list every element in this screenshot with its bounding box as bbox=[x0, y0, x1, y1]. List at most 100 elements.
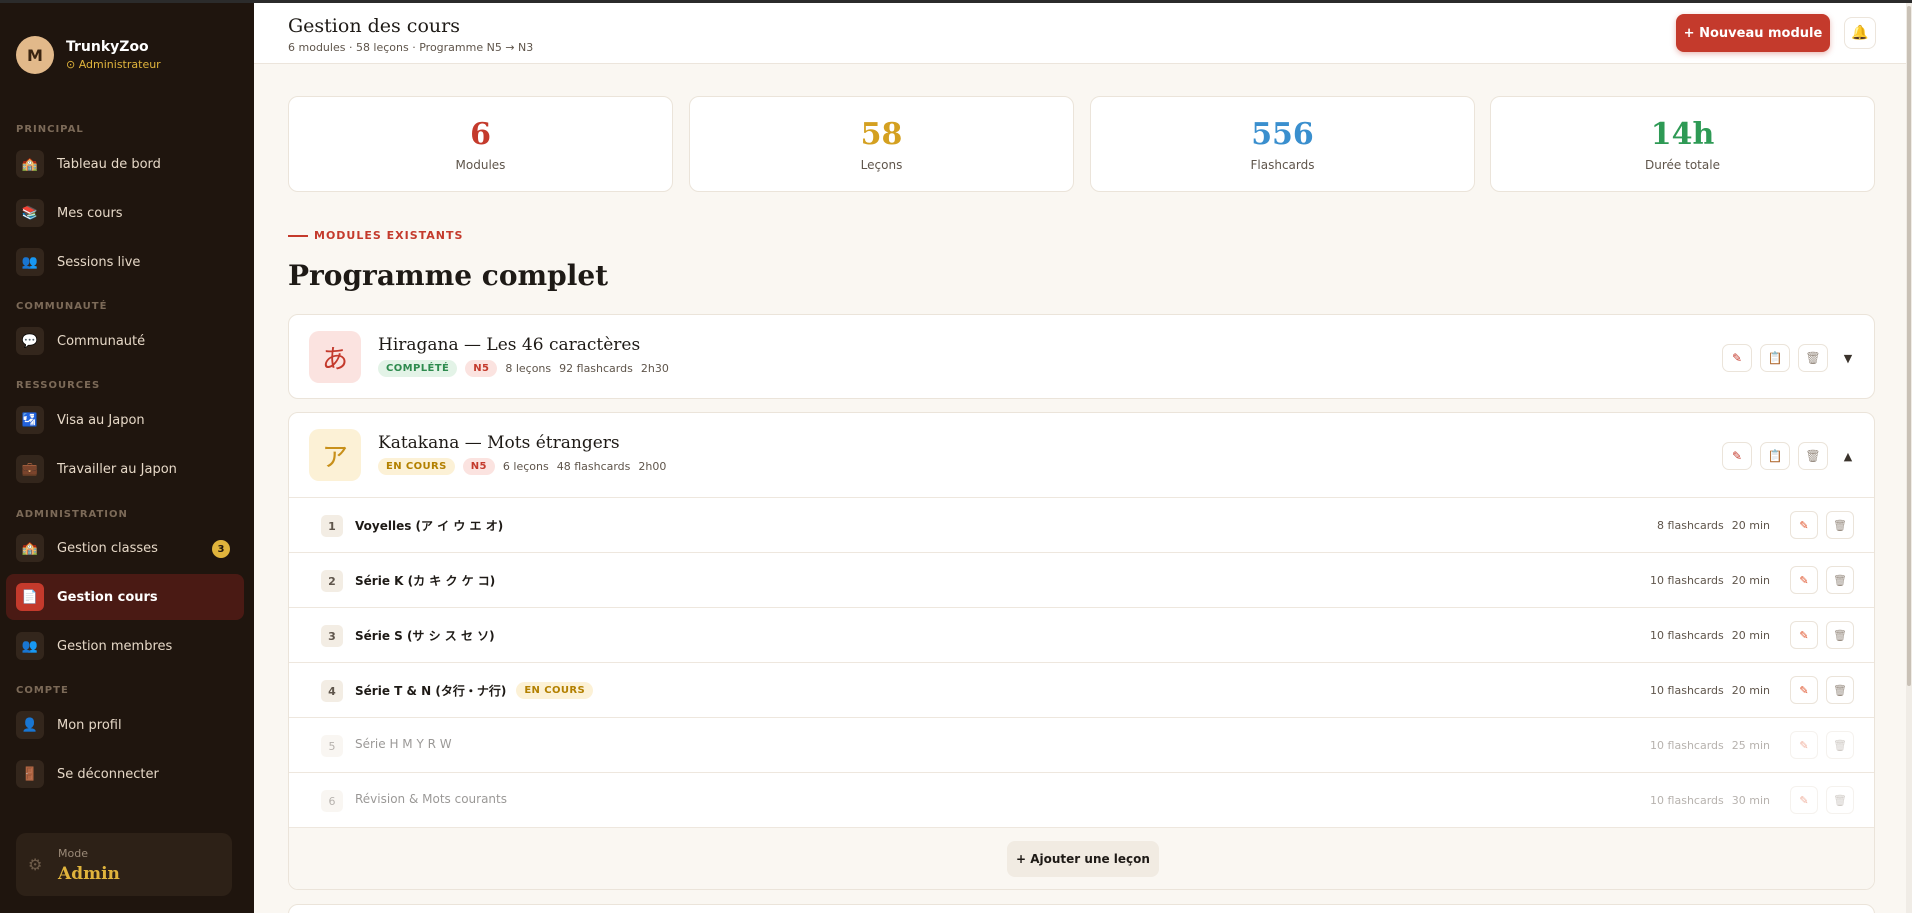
add-lesson-area: + Ajouter une leçon bbox=[289, 827, 1874, 889]
passport-icon: 🛂 bbox=[16, 406, 44, 434]
trash-icon: 🗑 bbox=[1833, 628, 1847, 642]
sidebar-item-live-sessions[interactable]: 👥 Sessions live bbox=[6, 239, 244, 285]
lesson-row[interactable]: 6 Révision & Mots courants 10 flashcards… bbox=[289, 772, 1874, 827]
people-icon: 👥 bbox=[16, 248, 44, 276]
sidebar-item-dashboard[interactable]: 🏫 Tableau de bord bbox=[6, 141, 244, 187]
sidebar-item-label: Tableau de bord bbox=[57, 156, 161, 172]
avatar: M bbox=[16, 36, 54, 74]
module-header[interactable]: ア Katakana — Mots étrangers EN COURS N5 … bbox=[289, 413, 1874, 497]
new-module-button[interactable]: + Nouveau module bbox=[1676, 14, 1830, 52]
sidebar-item-work[interactable]: 💼 Travailler au Japon bbox=[6, 446, 244, 492]
add-lesson-button[interactable]: + Ajouter une leçon bbox=[1007, 841, 1159, 877]
lesson-title-text: Révision & Mots courants bbox=[355, 792, 507, 806]
bell-icon[interactable]: 🔔 bbox=[1844, 17, 1876, 49]
module-header[interactable]: あ Hiragana — Les 46 caractères COMPLÉTÉ … bbox=[289, 315, 1874, 398]
lesson-meta: 8 flashcards 20 min ✎ 🗑 bbox=[1657, 511, 1854, 539]
window-top-border bbox=[0, 0, 1912, 3]
edit-lesson-button[interactable]: ✎ bbox=[1790, 566, 1818, 594]
edit-lesson-button[interactable]: ✎ bbox=[1790, 731, 1818, 759]
section-label-compte: COMPTE bbox=[16, 685, 69, 696]
mode-switcher[interactable]: ⚙ Mode Admin bbox=[16, 833, 232, 896]
lesson-number: 3 bbox=[321, 625, 343, 647]
lesson-meta: 10 flashcards 20 min ✎ 🗑 bbox=[1650, 566, 1854, 594]
delete-lesson-button[interactable]: 🗑 bbox=[1826, 621, 1854, 649]
level-badge: N5 bbox=[462, 458, 495, 475]
edit-module-button[interactable]: ✎ bbox=[1722, 344, 1752, 372]
chevron-down-icon[interactable]: ▼ bbox=[1836, 352, 1860, 365]
lesson-meta: 10 flashcards 30 min ✎ 🗑 bbox=[1650, 786, 1854, 814]
user-role: ⊙ Administrateur bbox=[66, 58, 161, 71]
lesson-title: Révision & Mots courants bbox=[355, 792, 507, 806]
sidebar-item-my-courses[interactable]: 📚 Mes cours bbox=[6, 190, 244, 236]
pencil-icon: ✎ bbox=[1799, 573, 1809, 587]
sidebar-item-label: Gestion classes bbox=[57, 540, 158, 556]
pencil-icon: ✎ bbox=[1731, 449, 1743, 463]
clipboard-icon: 📋 bbox=[1767, 449, 1783, 463]
sidebar-item-logout[interactable]: 🚪 Se déconnecter bbox=[6, 751, 244, 797]
lesson-title-text: Voyelles (ア イ ウ エ オ) bbox=[355, 519, 504, 533]
lesson-duration: 30 min bbox=[1731, 793, 1770, 807]
delete-module-button[interactable]: 🗑 bbox=[1798, 442, 1828, 470]
stat-card-lessons: 58 Leçons bbox=[689, 96, 1074, 192]
stat-card-modules: 6 Modules bbox=[288, 96, 673, 192]
stat-label: Modules bbox=[455, 158, 506, 172]
lesson-row[interactable]: 5 Série H M Y R W 10 flashcards 25 min ✎… bbox=[289, 717, 1874, 772]
lesson-flashcards: 10 flashcards bbox=[1650, 683, 1724, 697]
trash-icon: 🗑 bbox=[1805, 449, 1821, 463]
edit-module-button[interactable]: ✎ bbox=[1722, 442, 1752, 470]
people-icon: 👥 bbox=[16, 632, 44, 660]
lesson-flashcards: 10 flashcards bbox=[1650, 793, 1724, 807]
lessons-module-button[interactable]: 📋 bbox=[1760, 442, 1790, 470]
sidebar-item-visa[interactable]: 🛂 Visa au Japon bbox=[6, 397, 244, 443]
delete-lesson-button[interactable]: 🗑 bbox=[1826, 676, 1854, 704]
lesson-row[interactable]: 2 Série K (カ キ ク ケ コ) 10 flashcards 20 m… bbox=[289, 552, 1874, 607]
lesson-title: Série H M Y R W bbox=[355, 737, 452, 751]
lesson-number: 6 bbox=[321, 790, 343, 812]
module-duration: 2h00 bbox=[638, 460, 667, 473]
trash-icon: 🗑 bbox=[1833, 518, 1847, 532]
sidebar-item-manage-classes[interactable]: 🏫 Gestion classes 3 bbox=[6, 525, 244, 571]
lesson-title-text: Série S (サ シ ス セ ソ) bbox=[355, 629, 495, 643]
lesson-row[interactable]: 1 Voyelles (ア イ ウ エ オ) 8 flashcards 20 m… bbox=[289, 497, 1874, 552]
edit-lesson-button[interactable]: ✎ bbox=[1790, 621, 1818, 649]
edit-lesson-button[interactable]: ✎ bbox=[1790, 786, 1818, 814]
delete-lesson-button[interactable]: 🗑 bbox=[1826, 566, 1854, 594]
lesson-flashcards: 8 flashcards bbox=[1657, 518, 1724, 532]
lesson-number: 1 bbox=[321, 515, 343, 537]
lesson-meta: 10 flashcards 20 min ✎ 🗑 bbox=[1650, 621, 1854, 649]
lesson-row[interactable]: 4 Série T & N (タ行・ナ行) EN COURS 10 flashc… bbox=[289, 662, 1874, 717]
books-icon: 📚 bbox=[16, 199, 44, 227]
sidebar-item-profile[interactable]: 👤 Mon profil bbox=[6, 702, 244, 748]
sidebar-item-label: Communauté bbox=[57, 333, 146, 349]
sidebar: M TrunkyZoo ⊙ Administrateur PRINCIPAL 🏫… bbox=[0, 0, 254, 913]
delete-module-button[interactable]: 🗑 bbox=[1798, 344, 1828, 372]
module-glyph: ア bbox=[309, 429, 361, 481]
sidebar-item-manage-courses[interactable]: 📄 Gestion cours bbox=[6, 574, 244, 620]
lesson-title-text: Série H M Y R W bbox=[355, 737, 452, 751]
stat-label: Flashcards bbox=[1250, 158, 1315, 172]
sidebar-item-manage-members[interactable]: 👥 Gestion membres bbox=[6, 623, 244, 669]
module-card[interactable]: ア Katakana — Mots étrangers EN COURS N5 … bbox=[288, 412, 1875, 890]
mode-label: Mode bbox=[58, 847, 88, 860]
trash-icon: 🗑 bbox=[1833, 738, 1847, 752]
lesson-title-text: Série K (カ キ ク ケ コ) bbox=[355, 574, 496, 588]
delete-lesson-button[interactable]: 🗑 bbox=[1826, 511, 1854, 539]
door-icon: 🚪 bbox=[16, 760, 44, 788]
user-card[interactable]: M TrunkyZoo ⊙ Administrateur bbox=[16, 36, 161, 74]
delete-lesson-button[interactable]: 🗑 bbox=[1826, 786, 1854, 814]
edit-lesson-button[interactable]: ✎ bbox=[1790, 511, 1818, 539]
lessons-module-button[interactable]: 📋 bbox=[1760, 344, 1790, 372]
lesson-row[interactable]: 3 Série S (サ シ ス セ ソ) 10 flashcards 20 m… bbox=[289, 607, 1874, 662]
lesson-number: 2 bbox=[321, 570, 343, 592]
edit-lesson-button[interactable]: ✎ bbox=[1790, 676, 1818, 704]
lesson-number: 4 bbox=[321, 680, 343, 702]
mode-value: Admin bbox=[58, 864, 120, 884]
chevron-up-icon[interactable]: ▲ bbox=[1836, 450, 1860, 463]
scrollbar-thumb[interactable] bbox=[1907, 6, 1911, 686]
module-card[interactable]: あ Hiragana — Les 46 caractères COMPLÉTÉ … bbox=[288, 314, 1875, 399]
section-label-administration: ADMINISTRATION bbox=[16, 509, 128, 520]
stat-value: 556 bbox=[1251, 117, 1314, 152]
pencil-icon: ✎ bbox=[1731, 351, 1743, 365]
delete-lesson-button[interactable]: 🗑 bbox=[1826, 731, 1854, 759]
sidebar-item-community[interactable]: 💬 Communauté bbox=[6, 318, 244, 364]
